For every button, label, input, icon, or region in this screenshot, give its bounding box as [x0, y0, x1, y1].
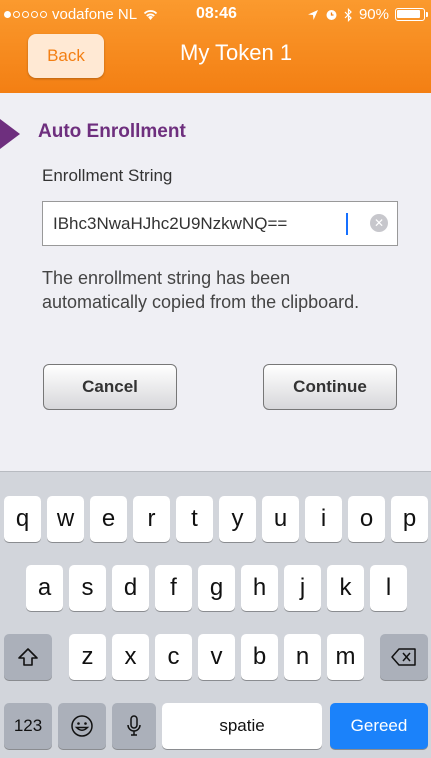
signal-dot	[4, 11, 11, 18]
status-time: 08:46	[196, 5, 237, 22]
enrollment-string-label: Enrollment String	[42, 166, 173, 185]
key-i[interactable]: i	[305, 496, 342, 542]
location-arrow-icon	[307, 9, 318, 20]
info-text: The enrollment string has been automatic…	[42, 268, 360, 312]
key-t[interactable]: t	[176, 496, 213, 542]
status-right: 90%	[307, 6, 428, 23]
section-triangle-icon	[0, 119, 20, 149]
back-button[interactable]: Back	[28, 34, 104, 78]
shift-icon	[18, 648, 38, 666]
key-e[interactable]: e	[90, 496, 127, 542]
key-q[interactable]: q	[4, 496, 41, 542]
key-s[interactable]: s	[69, 565, 106, 611]
key-r[interactable]: r	[133, 496, 170, 542]
alarm-icon	[326, 10, 337, 20]
text-caret	[346, 213, 348, 235]
key-c[interactable]: c	[155, 634, 192, 680]
key-f[interactable]: f	[155, 565, 192, 611]
key-z[interactable]: z	[69, 634, 106, 680]
key-k[interactable]: k	[327, 565, 364, 611]
key-x[interactable]: x	[112, 634, 149, 680]
battery-icon	[395, 8, 428, 21]
keyboard: q w e r t y u i o p a s d f g h j k l z …	[0, 471, 431, 758]
microphone-icon	[127, 715, 141, 736]
key-o[interactable]: o	[348, 496, 385, 542]
key-a[interactable]: a	[26, 565, 63, 611]
key-g[interactable]: g	[198, 565, 235, 611]
backspace-key[interactable]	[380, 634, 428, 680]
status-left: vodafone NL	[4, 6, 159, 23]
signal-dot	[31, 11, 38, 18]
battery-fill	[397, 10, 420, 18]
signal-dot	[22, 11, 29, 18]
cancel-button[interactable]: Cancel	[43, 364, 177, 410]
space-key[interactable]: spatie	[162, 703, 322, 749]
key-w[interactable]: w	[47, 496, 84, 542]
signal-icon	[4, 11, 47, 18]
status-bar: vodafone NL 08:46 90%	[0, 0, 431, 28]
bluetooth-icon	[344, 7, 352, 22]
key-m[interactable]: m	[327, 634, 364, 680]
dictation-key[interactable]	[112, 703, 156, 749]
emoji-key[interactable]	[58, 703, 106, 749]
key-u[interactable]: u	[262, 496, 299, 542]
key-l[interactable]: l	[370, 565, 407, 611]
key-n[interactable]: n	[284, 634, 321, 680]
key-p[interactable]: p	[391, 496, 428, 542]
key-y[interactable]: y	[219, 496, 256, 542]
backspace-icon	[391, 648, 416, 666]
key-b[interactable]: b	[241, 634, 278, 680]
page-title: My Token 1	[180, 40, 293, 65]
key-j[interactable]: j	[284, 565, 321, 611]
continue-button[interactable]: Continue	[263, 364, 397, 410]
battery-percentage: 90%	[358, 6, 389, 23]
enrollment-string-input[interactable]	[43, 202, 353, 245]
app-header: vodafone NL 08:46 90% Back My Token 1	[0, 0, 431, 93]
key-d[interactable]: d	[112, 565, 149, 611]
section-title: Auto Enrollment	[38, 121, 186, 142]
numbers-key[interactable]: 123	[4, 703, 52, 749]
wifi-icon	[143, 10, 158, 20]
key-v[interactable]: v	[198, 634, 235, 680]
signal-dot	[40, 11, 47, 18]
signal-dot	[13, 11, 20, 18]
carrier-name: vodafone NL	[52, 6, 138, 23]
emoji-icon	[71, 715, 93, 737]
clear-icon[interactable]: ✕	[370, 214, 388, 232]
key-h[interactable]: h	[241, 565, 278, 611]
shift-key[interactable]	[4, 634, 52, 680]
enrollment-string-field[interactable]: ✕	[42, 201, 398, 246]
return-key[interactable]: Gereed	[330, 703, 428, 749]
